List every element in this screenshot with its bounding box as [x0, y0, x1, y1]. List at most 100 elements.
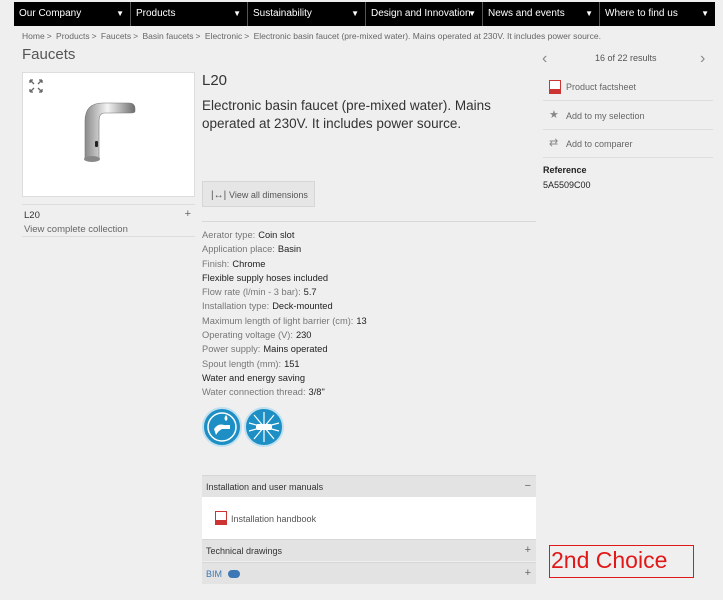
view-dimensions-label: View all dimensions [229, 190, 308, 200]
spec-label: Flow rate (l/min - 3 bar): [202, 287, 301, 298]
second-choice-stamp: 2nd Choice [549, 545, 694, 578]
spec-value: 13 [356, 315, 367, 326]
accordion-bim-title: BIM [206, 569, 223, 579]
factsheet-label: Product factsheet [566, 82, 637, 92]
nav-label: Our Company [19, 8, 82, 19]
spec-row: Installation type: Deck-mounted [202, 299, 367, 313]
breadcrumb-separator: > [244, 31, 250, 41]
add-to-selection-button[interactable]: ★ Add to my selection [543, 102, 713, 130]
breadcrumb-electronic[interactable]: Electronic [205, 31, 242, 41]
spec-row: Power supply: Mains operated [202, 342, 367, 356]
spec-value: Chrome [232, 258, 266, 269]
manuals-panel: Installation handbook [202, 497, 536, 539]
nav-label: News and events [488, 8, 565, 19]
spec-row: Flow rate (l/min - 3 bar): 5.7 [202, 285, 367, 299]
spec-row: Spout length (mm): 151 [202, 357, 367, 371]
spec-row: Aerator type: Coin slot [202, 228, 367, 242]
breadcrumb-faucets[interactable]: Faucets [101, 31, 131, 41]
results-count: 16 of 22 results [595, 53, 657, 63]
spec-label: Flexible supply hoses included [202, 272, 329, 283]
nav-sustainability[interactable]: Sustainability ▼ [248, 2, 366, 26]
spec-list: Aerator type: Coin slot Application place… [202, 228, 367, 400]
collection-box: L20 + View complete collection [22, 204, 195, 237]
chevron-left-icon[interactable]: ‹ [542, 50, 547, 68]
reference-value: 5A5509C00 [543, 180, 591, 190]
view-collection-link[interactable]: View complete collection [24, 224, 128, 235]
add-to-comparer-button[interactable]: ⇄ Add to comparer [543, 130, 713, 158]
spec-label: Maximum length of light barrier (cm): [202, 315, 354, 326]
minus-icon[interactable]: − [525, 480, 531, 492]
spec-label: Application place: [202, 244, 275, 255]
breadcrumb-current: Electronic basin faucet (pre-mixed water… [253, 31, 601, 41]
dimensions-icon: |↔| [211, 190, 227, 201]
breadcrumb-separator: > [133, 31, 139, 41]
chevron-right-icon[interactable]: › [700, 50, 705, 68]
nav-news-events[interactable]: News and events ▼ [483, 2, 600, 26]
collection-name: L20 [24, 210, 40, 221]
spec-row: Operating voltage (V): 230 [202, 328, 367, 342]
spec-value: Deck-mounted [272, 301, 333, 312]
plus-icon[interactable]: + [525, 544, 531, 556]
plus-icon[interactable]: + [525, 567, 531, 579]
product-code: L20 [202, 72, 228, 89]
product-factsheet-button[interactable]: Product factsheet [543, 73, 713, 101]
star-icon: ★ [549, 109, 559, 121]
product-description: Electronic basin faucet (pre-mixed water… [202, 98, 491, 131]
pdf-icon [549, 80, 561, 94]
add-selection-label: Add to my selection [566, 111, 645, 121]
breadcrumb-home[interactable]: Home [22, 31, 45, 41]
spec-label: Installation type: [202, 301, 270, 312]
installation-handbook-link[interactable]: Installation handbook [231, 514, 316, 524]
spec-label: Operating voltage (V): [202, 330, 293, 341]
nav-label: Products [136, 8, 176, 19]
add-comparer-label: Add to comparer [566, 139, 633, 149]
spec-row: Maximum length of light barrier (cm): 13 [202, 314, 367, 328]
spec-value: 151 [284, 358, 300, 369]
chevron-down-icon: ▼ [116, 9, 124, 18]
spec-label: Water connection thread: [202, 387, 306, 398]
accordion-manuals-title: Installation and user manuals [206, 482, 324, 492]
breadcrumb-products[interactable]: Products [56, 31, 90, 41]
spec-row: Finish: Chrome [202, 257, 367, 271]
spec-row: Application place: Basin [202, 242, 367, 256]
spec-label: Water and energy saving [202, 372, 306, 383]
cloud-download-icon [228, 570, 241, 578]
compare-arrows-icon: ⇄ [549, 137, 559, 149]
spec-value: Mains operated [263, 344, 328, 355]
breadcrumb-separator: > [46, 31, 52, 41]
chevron-down-icon: ▼ [585, 9, 593, 18]
spec-value: 5.7 [303, 287, 317, 298]
breadcrumb-separator: > [91, 31, 97, 41]
plus-icon[interactable]: + [185, 208, 191, 220]
accordion-technical-drawings[interactable]: Technical drawings + [202, 539, 536, 561]
spec-label: Aerator type: [202, 230, 256, 240]
spec-label: Power supply: [202, 344, 261, 355]
chevron-down-icon: ▼ [233, 9, 241, 18]
product-image-card [22, 72, 195, 197]
spec-value: Basin [277, 244, 302, 255]
chevron-down-icon: ▼ [701, 9, 709, 18]
view-dimensions-button[interactable]: |↔| View all dimensions [202, 181, 315, 207]
nav-our-company[interactable]: Our Company ▼ [14, 2, 131, 26]
pdf-icon [215, 511, 227, 525]
spec-value: Coin slot [258, 230, 295, 240]
reference-label: Reference [543, 165, 587, 175]
accordion-manuals[interactable]: Installation and user manuals − [202, 475, 536, 497]
expand-icon[interactable] [29, 79, 43, 93]
chevron-down-icon: ▼ [468, 9, 476, 18]
accordion-bim[interactable]: BIM + [202, 562, 536, 584]
nav-label: Sustainability [253, 8, 312, 19]
breadcrumb-separator: > [195, 31, 201, 41]
spec-row: Water connection thread: 3/8" [202, 385, 367, 399]
nav-design-innovation[interactable]: Design and Innovation ▼ [366, 2, 483, 26]
breadcrumb-basin-faucets[interactable]: Basin faucets [143, 31, 194, 41]
spec-value: 230 [295, 330, 312, 341]
chevron-down-icon: ▼ [351, 9, 359, 18]
spec-label: Spout length (mm): [202, 358, 282, 369]
accordion-drawings-title: Technical drawings [206, 546, 283, 556]
nav-where-to-find[interactable]: Where to find us ▼ [600, 2, 715, 26]
nav-label: Where to find us [605, 8, 678, 19]
spec-row: Flexible supply hoses included [202, 271, 367, 285]
nav-products[interactable]: Products ▼ [131, 2, 248, 26]
water-saving-icon [202, 407, 242, 447]
